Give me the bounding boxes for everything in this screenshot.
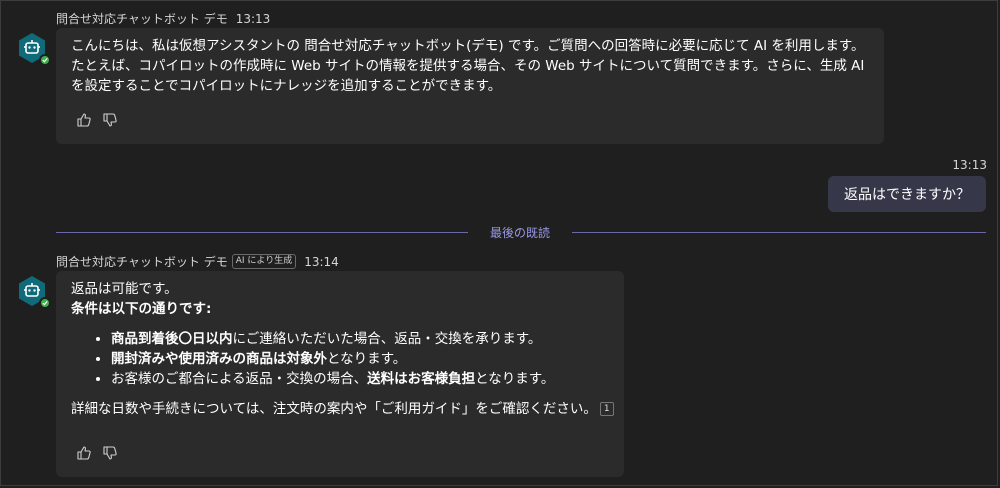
bot-avatar[interactable] xyxy=(16,32,51,66)
list-item: お客様のご都合による返品・交換の場合、送料はお客様負担となります。 xyxy=(111,369,616,389)
available-check-icon xyxy=(39,54,51,66)
divider-line-right xyxy=(572,232,986,233)
message-line-2: 条件は以下の通りです: xyxy=(71,301,212,317)
list-item: 開封済みや使用済みの商品は対象外となります。 xyxy=(111,349,616,369)
message-header: 問合せ対応チャットボット デモ AI により生成 13:14 xyxy=(56,253,339,270)
message-line-1: 返品は可能です。 xyxy=(71,281,178,297)
thumbs-up-icon[interactable] xyxy=(76,112,92,128)
sender-name: 問合せ対応チャットボット デモ xyxy=(56,12,228,26)
message-header: 問合せ対応チャットボット デモ 13:13 xyxy=(56,10,270,27)
message-time: 13:14 xyxy=(304,254,339,269)
message-text: こんにちは、私は仮想アシスタントの 問合せ対応チャットボット(デモ) です。ご質… xyxy=(71,38,865,94)
reactions xyxy=(76,112,118,128)
message-time: 13:13 xyxy=(235,11,271,26)
message-footer: 詳細な日数や手続きについては、注文時の案内や「ご利用ガイド」をご確認ください。 1 xyxy=(71,399,616,419)
list-item: 商品到着後〇日以内にご連絡いただいた場合、返品・交換を承ります。 xyxy=(111,329,616,349)
reactions xyxy=(76,445,118,461)
sender-name: 問合せ対応チャットボット デモ xyxy=(56,255,228,269)
last-read-divider: 最後の既読 xyxy=(490,226,551,240)
user-message-text: 返品はできますか？ xyxy=(844,187,970,203)
thumbs-down-icon[interactable] xyxy=(102,445,118,461)
available-check-icon xyxy=(39,297,51,309)
thumbs-up-icon[interactable] xyxy=(76,445,92,461)
ai-generated-badge: AI により生成 xyxy=(231,254,297,269)
user-message-time: 13:13 xyxy=(952,158,987,172)
bot-message-bubble: こんにちは、私は仮想アシスタントの 問合せ対応チャットボット(デモ) です。ご質… xyxy=(56,28,884,144)
conditions-list: 商品到着後〇日以内にご連絡いただいた場合、返品・交換を承ります。 開封済みや使用… xyxy=(71,329,616,389)
divider-line-left xyxy=(56,232,468,233)
user-message-bubble: 返品はできますか？ xyxy=(828,176,986,212)
thumbs-down-icon[interactable] xyxy=(102,112,118,128)
citation-marker[interactable]: 1 xyxy=(599,402,614,416)
bot-message-bubble: 返品は可能です。 条件は以下の通りです: 商品到着後〇日以内にご連絡いただいた場… xyxy=(56,271,624,477)
bot-avatar[interactable] xyxy=(16,275,51,309)
